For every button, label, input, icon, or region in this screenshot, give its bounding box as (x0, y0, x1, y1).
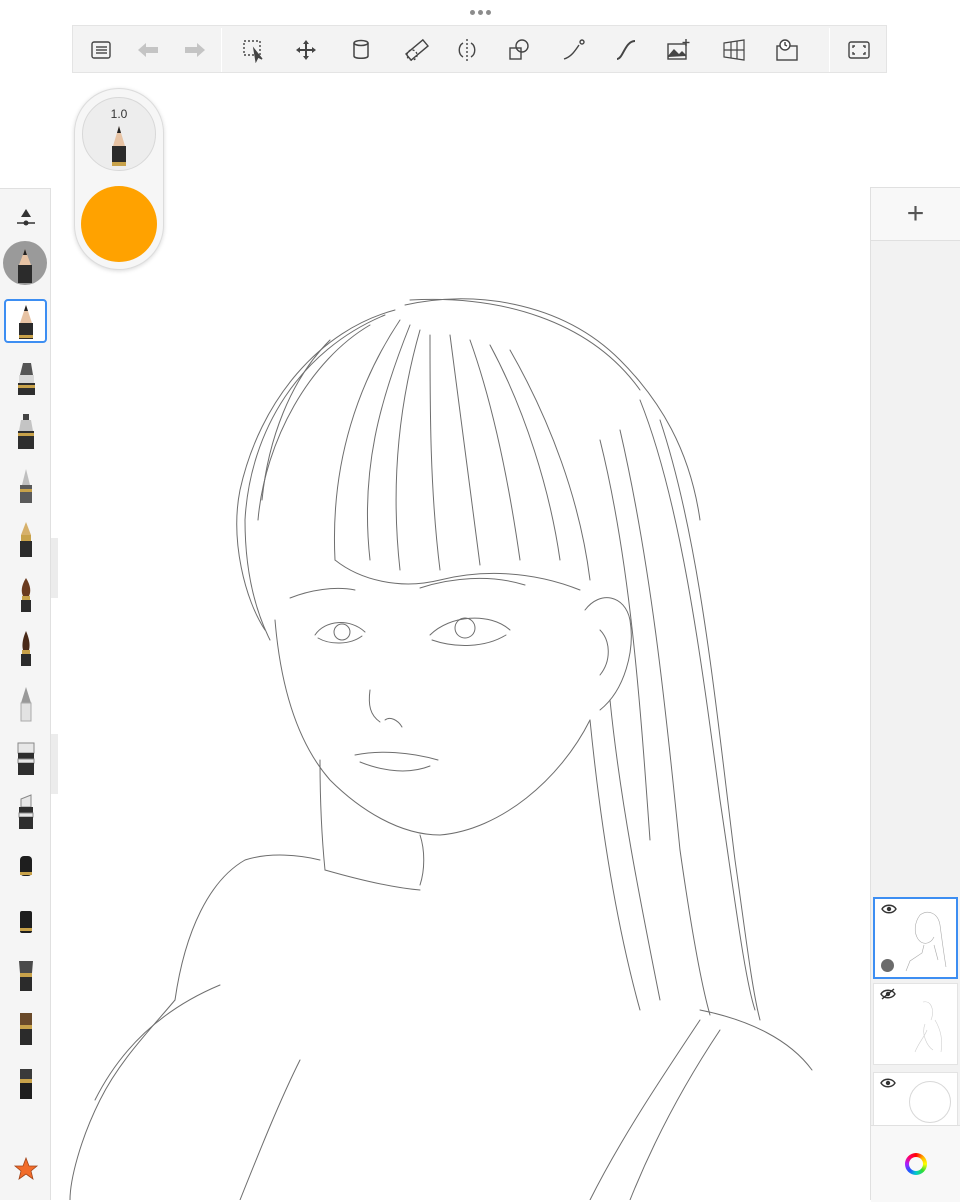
fullscreen-icon[interactable] (845, 36, 873, 64)
add-image-icon[interactable] (664, 36, 692, 64)
toolbar-divider (829, 28, 830, 72)
brush-soft-eraser[interactable] (4, 681, 47, 725)
layer-2[interactable] (873, 983, 958, 1065)
brush-pencil[interactable] (4, 299, 47, 343)
palette-handle[interactable] (51, 538, 58, 598)
curve-icon[interactable] (612, 36, 640, 64)
color-wheel-icon (904, 1153, 927, 1175)
brush-paint-brush[interactable] (4, 572, 47, 616)
menu-handle-dots[interactable] (467, 4, 493, 20)
toolbar-divider (221, 28, 222, 72)
layer-panel: + (870, 187, 960, 1202)
perspective-icon[interactable] (720, 36, 748, 64)
brush-size-label: 1.0 (110, 107, 128, 121)
selection-icon[interactable] (240, 36, 268, 64)
brush-wide-marker[interactable] (4, 899, 47, 943)
brush-flat-brush[interactable] (4, 953, 47, 997)
brush-size-control[interactable]: 1.0 (82, 97, 156, 171)
eye-hidden-icon[interactable] (880, 988, 896, 1000)
lock-icon[interactable] (881, 959, 894, 972)
transform-icon[interactable] (292, 36, 320, 64)
redo-icon[interactable] (181, 36, 209, 64)
list-icon[interactable] (87, 36, 115, 64)
eye-icon[interactable] (881, 903, 897, 915)
brush-round-brush[interactable] (4, 626, 47, 670)
symmetry-icon[interactable] (453, 36, 481, 64)
top-toolbar (72, 25, 887, 73)
fill-icon[interactable] (347, 36, 375, 64)
brush-preview[interactable] (3, 241, 47, 285)
pencil-icon (112, 126, 126, 166)
timelapse-icon[interactable] (773, 36, 801, 64)
brush-block-marker[interactable] (4, 844, 47, 888)
brush-chisel-eraser[interactable] (4, 789, 47, 833)
layer-1[interactable] (873, 897, 958, 979)
layer-thumbnail (914, 1001, 943, 1053)
stroke-icon[interactable] (560, 36, 588, 64)
brush-palette (0, 188, 51, 1200)
eye-icon[interactable] (880, 1077, 896, 1089)
brush-ink-pen[interactable] (4, 517, 47, 561)
brush-puck[interactable]: 1.0 (74, 88, 164, 270)
brush-hard-eraser[interactable] (4, 735, 47, 779)
shapes-icon[interactable] (505, 36, 533, 64)
brush-marker[interactable] (4, 355, 47, 399)
brush-color-swatch[interactable] (81, 186, 157, 262)
color-wheel-button[interactable] (871, 1125, 960, 1202)
brush-texture-brush[interactable] (4, 1061, 47, 1105)
favorite-star-icon[interactable] (4, 1147, 47, 1191)
background-color-swatch[interactable] (909, 1081, 951, 1123)
add-layer-button[interactable]: + (871, 188, 960, 241)
brush-felt-pen[interactable] (4, 463, 47, 507)
layer-thumbnail (905, 912, 947, 972)
brush-dry-brush[interactable] (4, 1007, 47, 1051)
palette-handle[interactable] (51, 734, 58, 794)
brush-properties-icon[interactable] (4, 197, 47, 241)
brush-airbrush[interactable] (4, 409, 47, 453)
undo-icon[interactable] (134, 36, 162, 64)
ruler-icon[interactable] (403, 36, 431, 64)
